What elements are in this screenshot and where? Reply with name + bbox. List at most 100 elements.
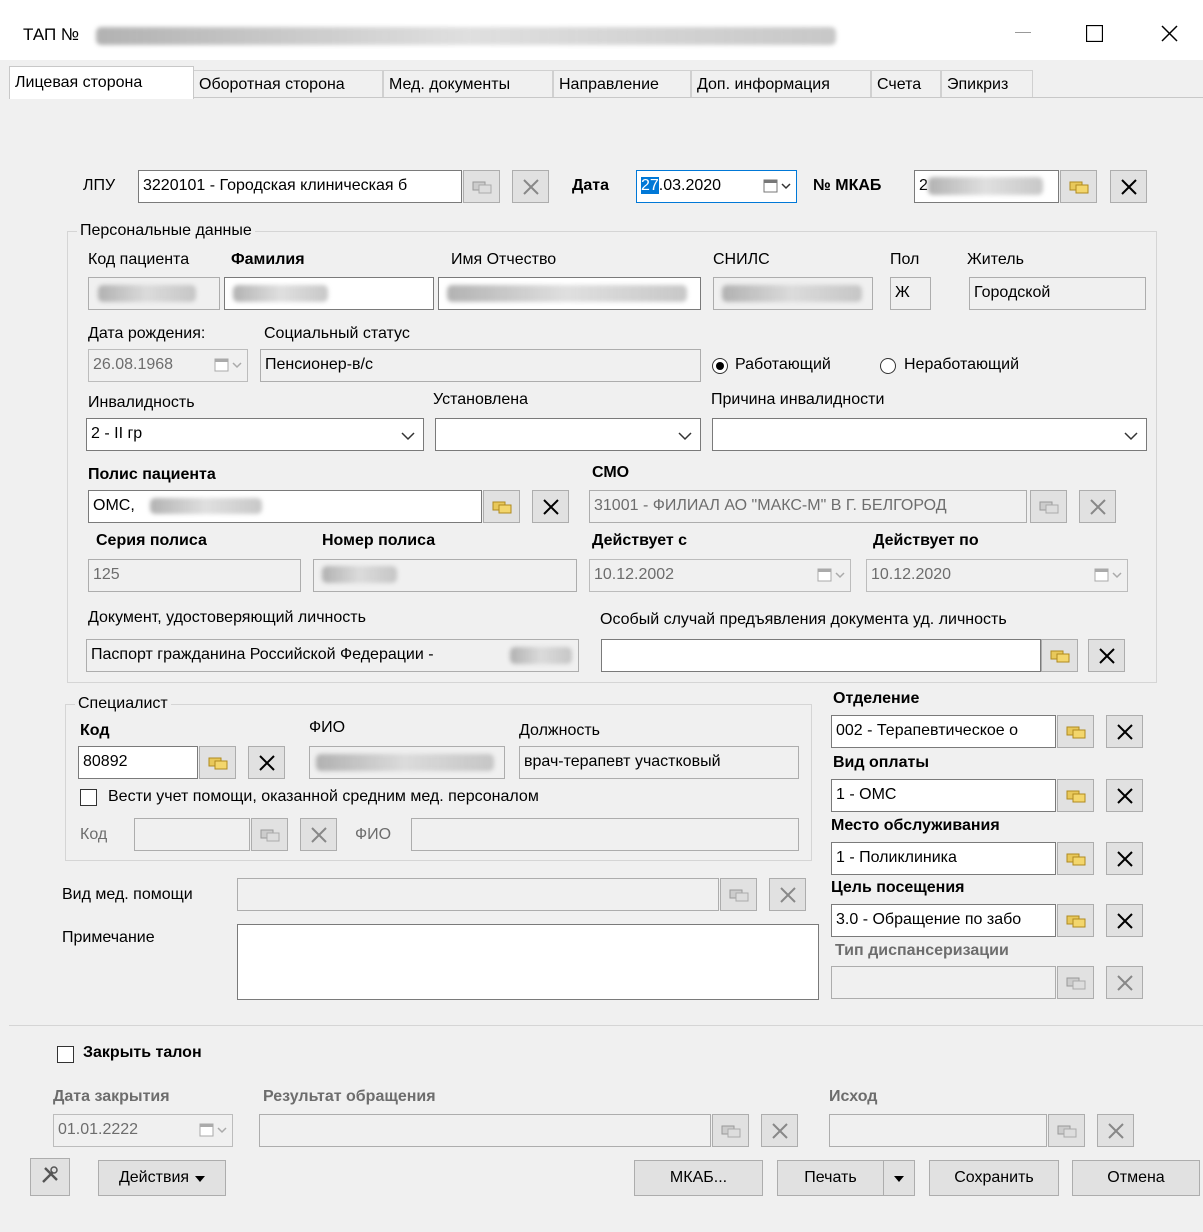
established-select[interactable] (435, 418, 701, 451)
close-window-button[interactable] (1146, 16, 1192, 50)
date-field[interactable]: 27.03.2020 (636, 170, 797, 203)
calendar-icon (1094, 567, 1122, 583)
policy-lookup-button[interactable] (483, 490, 520, 523)
nurse-fio-label: ФИО (355, 826, 392, 843)
window-title: ТАП № (23, 25, 80, 44)
print-button[interactable]: Печать (777, 1160, 884, 1196)
payment-type-field[interactable]: 1 - ОМС (831, 779, 1056, 812)
redacted-specialist-fio (316, 754, 494, 771)
sex-label: Пол (890, 251, 920, 268)
close-icon (771, 1122, 789, 1140)
lpu-field[interactable]: 3220101 - Городская клиническая б (138, 170, 462, 203)
tab-epicrisis[interactable]: Эпикриз (941, 70, 1033, 98)
policy-clear-button[interactable] (532, 490, 569, 523)
smo-label: СМО (592, 464, 630, 481)
print-dropdown-button[interactable] (883, 1160, 915, 1196)
close-icon (1116, 850, 1134, 868)
tab-additional-info[interactable]: Доп. информация (691, 70, 871, 98)
special-case-field[interactable] (601, 639, 1041, 672)
lpu-lookup-button[interactable] (463, 170, 500, 203)
save-button[interactable]: Сохранить (929, 1160, 1059, 1196)
tab-referral[interactable]: Направление (553, 70, 691, 98)
visit-purpose-field[interactable]: 3.0 - Обращение по забо (831, 904, 1056, 937)
visit-purpose-clear-button[interactable] (1106, 904, 1143, 937)
tab-label: Счета (877, 75, 922, 93)
service-place-field[interactable]: 1 - Поликлиника (831, 842, 1056, 875)
specialist-clear-button[interactable] (248, 746, 285, 779)
lookup-icon (720, 1123, 742, 1139)
disability-reason-select[interactable] (712, 418, 1147, 451)
visit-purpose-lookup-button[interactable] (1057, 904, 1094, 937)
department-lookup-button[interactable] (1057, 715, 1094, 748)
result-field (259, 1114, 711, 1147)
nurse-checkbox[interactable] (80, 789, 97, 806)
policy-field[interactable]: ОМС, (88, 490, 482, 523)
close-icon (1120, 178, 1138, 196)
id-document-label: Документ, удостоверяющий личность (88, 609, 366, 626)
note-textarea[interactable] (237, 924, 819, 1000)
mkab-clear-button[interactable] (1110, 170, 1147, 203)
outcome-lookup-button (1048, 1114, 1085, 1147)
service-place-lookup-button[interactable] (1057, 842, 1094, 875)
lookup-icon (1068, 179, 1090, 195)
calendar-icon[interactable] (763, 178, 791, 194)
lookup-icon (1065, 788, 1087, 804)
chevron-down-icon (195, 1169, 206, 1187)
outcome-label: Исход (829, 1088, 878, 1105)
close-icon (1107, 1122, 1125, 1140)
specialist-code-field[interactable]: 80892 (78, 746, 198, 779)
working-radio[interactable] (712, 358, 728, 374)
cancel-button[interactable]: Отмена (1072, 1160, 1200, 1196)
department-field[interactable]: 002 - Терапевтическое о (831, 715, 1056, 748)
specialist-code-label: Код (80, 722, 110, 739)
disability-select[interactable]: 2 - II гр (86, 418, 424, 451)
close-date-value: 01.01.2222 (58, 1121, 139, 1138)
tab-invoices[interactable]: Счета (871, 70, 941, 98)
specialist-lookup-button[interactable] (199, 746, 236, 779)
resident-label: Житель (967, 251, 1024, 268)
result-lookup-button (712, 1114, 749, 1147)
lookup-icon (1065, 975, 1087, 991)
nurse-code-label: Код (80, 826, 108, 843)
care-type-clear-button (769, 878, 806, 911)
nonworking-radio[interactable] (880, 358, 896, 374)
maximize-button[interactable] (1071, 16, 1117, 50)
close-ticket-checkbox[interactable] (57, 1046, 74, 1063)
mkab-button[interactable]: МКАБ... (634, 1160, 763, 1196)
payment-type-lookup-button[interactable] (1057, 779, 1094, 812)
close-date-field: 01.01.2222 (53, 1114, 233, 1147)
disability-value: 2 - II гр (91, 425, 143, 442)
title-bar: ТАП № (0, 0, 1203, 60)
nurse-clear-button (300, 818, 337, 851)
department-clear-button[interactable] (1106, 715, 1143, 748)
lookup-icon (1065, 851, 1087, 867)
mkab-lookup-button[interactable] (1060, 170, 1097, 203)
tab-med-documents[interactable]: Мед. документы (383, 70, 553, 98)
dispensary-type-field (831, 966, 1056, 999)
redacted-policy-number (322, 566, 397, 583)
lookup-icon (491, 499, 513, 515)
department-label: Отделение (833, 690, 920, 707)
policy-series-label: Серия полиса (96, 532, 207, 549)
tools-button[interactable] (30, 1158, 70, 1196)
valid-to-field: 10.12.2020 (866, 559, 1128, 592)
smo-field: 31001 - ФИЛИАЛ АО "МАКС-М" В Г. БЕЛГОРОД (589, 490, 1027, 523)
nurse-lookup-button (251, 818, 288, 851)
payment-type-label: Вид оплаты (833, 754, 929, 771)
chevron-down-icon (401, 428, 415, 446)
special-case-clear-button[interactable] (1088, 639, 1125, 672)
special-case-lookup-button[interactable] (1041, 639, 1078, 672)
close-icon (1116, 723, 1134, 741)
surname-label: Фамилия (231, 251, 305, 268)
dispensary-lookup-button (1057, 966, 1094, 999)
payment-type-clear-button[interactable] (1106, 779, 1143, 812)
nonworking-label: Неработающий (904, 356, 1020, 373)
service-place-clear-button[interactable] (1106, 842, 1143, 875)
actions-button[interactable]: Действия (98, 1160, 226, 1196)
tab-back-side[interactable]: Оборотная сторона (193, 70, 383, 98)
minimize-button[interactable] (1000, 16, 1046, 50)
chevron-down-icon (894, 1169, 904, 1187)
lpu-clear-button[interactable] (512, 170, 549, 203)
tab-front-side[interactable]: Лицевая сторона (9, 66, 194, 99)
lookup-icon (728, 887, 750, 903)
